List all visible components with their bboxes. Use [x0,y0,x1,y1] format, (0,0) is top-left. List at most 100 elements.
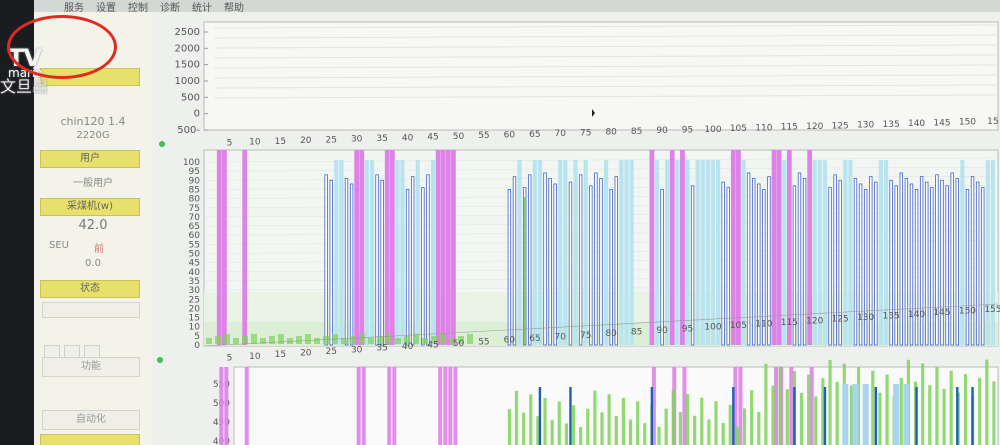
top-x-tick: 70 [555,129,567,139]
pressure-green-bar [771,385,775,445]
top-x-tick: 150 [959,118,976,128]
pressure-blue-bar [874,387,878,445]
top-x-tick: 125 [832,121,849,131]
support-blue-bar [965,189,970,346]
top-x-tick: 40 [402,133,414,143]
pressure-green-bar [742,408,747,445]
pressure-lightblue-bar [893,384,900,445]
bottom-yellow-button[interactable] [40,434,140,445]
support-magenta-bar [680,150,685,345]
support-base-fill [206,338,212,344]
top-x-tick: 35 [376,134,387,144]
support-x-tick: 65 [529,334,540,344]
support-blue-bar [421,187,425,346]
support-magenta-bar [435,150,441,345]
support-cyan-bar [364,160,369,345]
support-blue-bar [426,174,430,346]
support-base-fill [359,334,365,344]
pressure-green-bar [614,416,618,445]
pressure-magenta-bar [387,367,392,445]
top-x-tick: 80 [605,128,617,138]
pressure-green-bar [735,426,740,445]
pressure-green-bar [728,404,732,445]
pressure-green-bar [885,374,889,445]
top-x-tick: 20 [300,136,312,146]
function-button[interactable]: 功能 [42,357,140,377]
top-x-tick: 50 [453,132,465,142]
pressure-green-bar [785,389,789,445]
support-cyan-bar [629,160,634,345]
support-cyan-bar [710,160,716,345]
pressure-green-bar [507,409,511,445]
pressure-green-bar [586,408,590,445]
pressure-green-bar [514,390,519,445]
pressure-green-bar [835,381,839,445]
support-cyan-bar [415,160,420,345]
channel-mark: 文旦出 [0,77,49,96]
support-blue-bar [329,179,333,346]
support-base-fill [386,334,392,344]
support-cyan-bar [985,160,990,345]
support-blue-bar [375,174,379,346]
top-x-tick: 145 [933,118,950,128]
top-x-tick: 30 [351,135,363,145]
top-x-tick: 45 [427,133,438,143]
pressure-green-bar [664,408,668,445]
support-cyan-bar [430,160,436,345]
top-x-tick: 55 [478,131,489,141]
support-cyan-bar [400,160,405,345]
support-base-fill [314,338,320,344]
blank-field[interactable] [42,302,140,318]
top-y-tick: 2500 [175,27,200,38]
top-y-tick: 0 [194,109,200,120]
top-x-tick: 140 [908,119,925,129]
support-x-tick: 5 [227,353,233,363]
support-base-fill [413,334,419,344]
top-y-tick: 1500 [175,60,200,71]
pressure-green-bar [764,363,768,445]
small-label-b: 前 [94,244,104,255]
support-blue-bar [405,189,410,346]
section-label: 状态 [40,280,140,298]
top-x-tick: 15 [275,137,286,147]
auto-button[interactable]: 自动化 [42,410,140,430]
pressure-green-bar [607,394,611,445]
top-x-tick: 115 [781,123,798,133]
support-blue-bar [904,178,909,346]
support-magenta-bar [221,150,227,345]
support-x-tick: 95 [682,324,693,334]
support-blue-bar [609,189,613,346]
top-x-tick: 110 [755,123,772,133]
support-y-tick: 0 [194,341,200,351]
pressure-magenta-bar [774,367,779,445]
support-blue-bar [349,183,354,346]
pressure-magenta-bar [438,367,443,445]
pressure-green-bar [807,374,811,445]
pressure-green-bar [928,385,932,445]
pressure-green-bar [992,381,996,445]
support-cyan-bar [822,160,828,345]
support-cyan-bar [603,160,609,345]
support-base-fill [224,334,230,344]
pressure-green-bar [693,415,697,445]
support-x-tick: 60 [504,336,516,346]
pressure-blue-bar [971,387,974,445]
pressure-blue-bar [915,387,918,445]
support-blue-bar [589,185,593,346]
support-blue-bar [578,174,583,346]
support-blue-bar [940,179,944,346]
support-cyan-bar [537,160,543,345]
support-blue-bar [543,172,547,346]
support-blue-bar [874,181,878,346]
small-value: 0.0 [85,258,101,269]
support-x-tick: 110 [755,320,772,330]
support-cyan-bar [960,160,965,345]
support-x-tick: 90 [656,326,668,336]
support-x-tick: 10 [249,352,261,362]
pressure-green-bar [600,412,604,445]
top-x-tick: 25 [326,135,337,145]
support-x-tick: 155 [984,305,1000,315]
pressure-green-bar [963,374,968,445]
support-magenta-bar [384,150,390,345]
support-cyan-bar [990,160,996,345]
